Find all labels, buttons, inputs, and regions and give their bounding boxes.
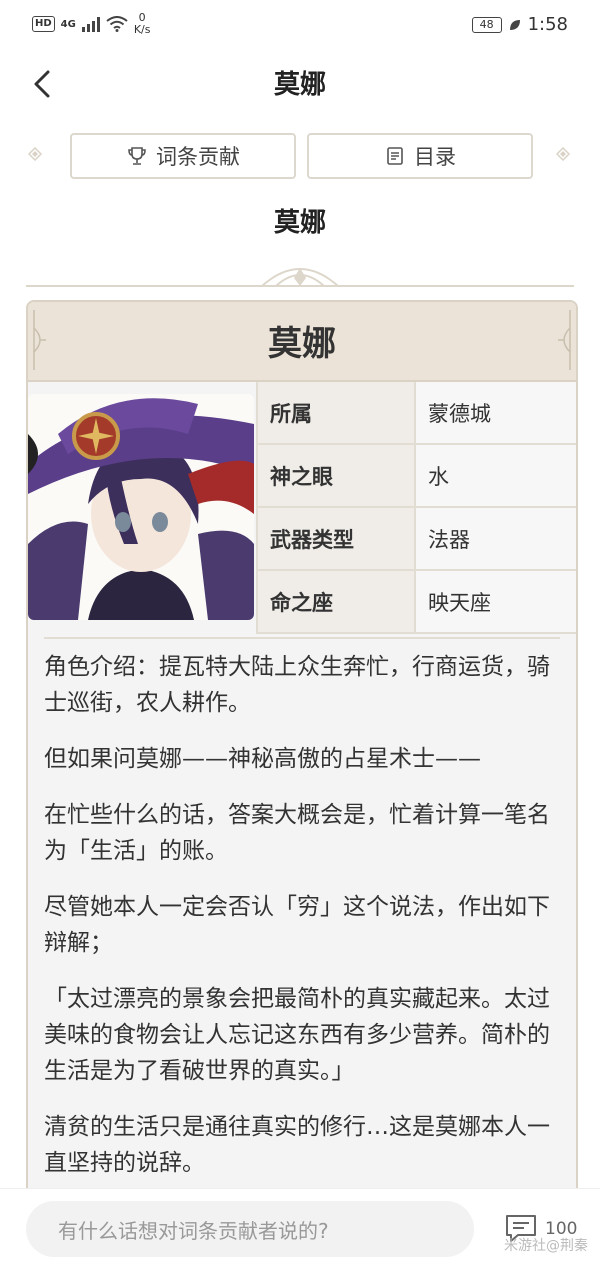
attribute-key: 命之座 bbox=[258, 571, 416, 632]
net-speed: 0 K/s bbox=[133, 11, 151, 36]
network-type: 4G bbox=[60, 18, 76, 30]
comment-bar: 有什么话想对词条贡献者说的? 100 米游社@荆秦 bbox=[0, 1188, 600, 1268]
attribute-row: 神之眼 水 bbox=[258, 445, 576, 508]
attribute-key: 所属 bbox=[258, 382, 416, 443]
wifi-icon bbox=[106, 16, 128, 32]
ornament-divider bbox=[26, 268, 574, 287]
avatar-illustration bbox=[28, 394, 254, 620]
right-ornament-icon bbox=[558, 310, 571, 370]
trophy-icon bbox=[128, 147, 146, 165]
attribute-table: 所属 蒙德城 神之眼 水 武器类型 法器 命之座 映天座 bbox=[256, 382, 576, 634]
character-card: 莫娜 所属 蒙德城 神之眼 水 武器类型 法器 命之座 映天座 角色介绍：提瓦特… bbox=[26, 300, 578, 1204]
contribute-button[interactable]: 词条贡献 bbox=[70, 133, 296, 179]
catalog-label: 目录 bbox=[414, 145, 456, 169]
action-row: 词条贡献 目录 bbox=[0, 133, 600, 179]
attribute-value: 水 bbox=[416, 445, 576, 506]
description-paragraph: 尽管她本人一定会否认「穷」这个说法，作出如下辩解； bbox=[44, 894, 550, 956]
character-avatar bbox=[28, 394, 254, 620]
list-icon bbox=[387, 147, 403, 165]
description-paragraph: 清贫的生活只是通往真实的修行…这是莫娜本人一直坚持的说辞。 bbox=[44, 1114, 550, 1176]
watermark: 米游社@荆秦 bbox=[504, 1238, 588, 1254]
description-paragraph: 在忙些什么的话，答案大概会是，忙着计算一笔名为「生活」的账。 bbox=[44, 802, 550, 864]
description-paragraph: 角色介绍：提瓦特大陆上众生奔忙，行商运货，骑士巡街，农人耕作。 bbox=[44, 654, 550, 716]
attribute-value: 法器 bbox=[416, 508, 576, 569]
left-diamond-icon bbox=[28, 147, 42, 161]
attribute-key: 神之眼 bbox=[258, 445, 416, 506]
attribute-row: 命之座 映天座 bbox=[258, 571, 576, 634]
attribute-value: 映天座 bbox=[416, 571, 576, 632]
attribute-row: 武器类型 法器 bbox=[258, 508, 576, 571]
signal-icon bbox=[81, 16, 100, 32]
battery-icon: 48 bbox=[471, 16, 502, 33]
description-paragraph: 「太过漂亮的景象会把最简朴的真实藏起来。太过美味的食物会让人忘记这东西有多少营养… bbox=[44, 986, 550, 1084]
catalog-button[interactable]: 目录 bbox=[307, 133, 533, 179]
attribute-key: 武器类型 bbox=[258, 508, 416, 569]
hd-indicator: HD bbox=[32, 16, 55, 32]
page-title: 莫娜 bbox=[273, 70, 326, 100]
attribute-value: 蒙德城 bbox=[416, 382, 576, 443]
leaf-icon bbox=[509, 19, 520, 30]
contribute-label: 词条贡献 bbox=[156, 145, 240, 169]
entry-subtitle: 莫娜 bbox=[273, 208, 326, 238]
right-diamond-icon bbox=[556, 147, 570, 161]
nav-bar: 莫娜 bbox=[0, 50, 600, 120]
clock: 1:58 bbox=[527, 14, 568, 35]
card-title: 莫娜 bbox=[268, 324, 336, 364]
description-paragraph: 但如果问莫娜——神秘高傲的占星术士—— bbox=[44, 746, 481, 772]
status-bar: HD 4G 0 K/s 48 1:58 bbox=[0, 0, 600, 50]
card-header: 莫娜 bbox=[28, 302, 576, 382]
comment-input[interactable]: 有什么话想对词条贡献者说的? bbox=[26, 1201, 474, 1257]
attribute-row: 所属 蒙德城 bbox=[258, 382, 576, 445]
character-description: 角色介绍：提瓦特大陆上众生奔忙，行商运货，骑士巡街，农人耕作。 但如果问莫娜——… bbox=[44, 637, 560, 1201]
